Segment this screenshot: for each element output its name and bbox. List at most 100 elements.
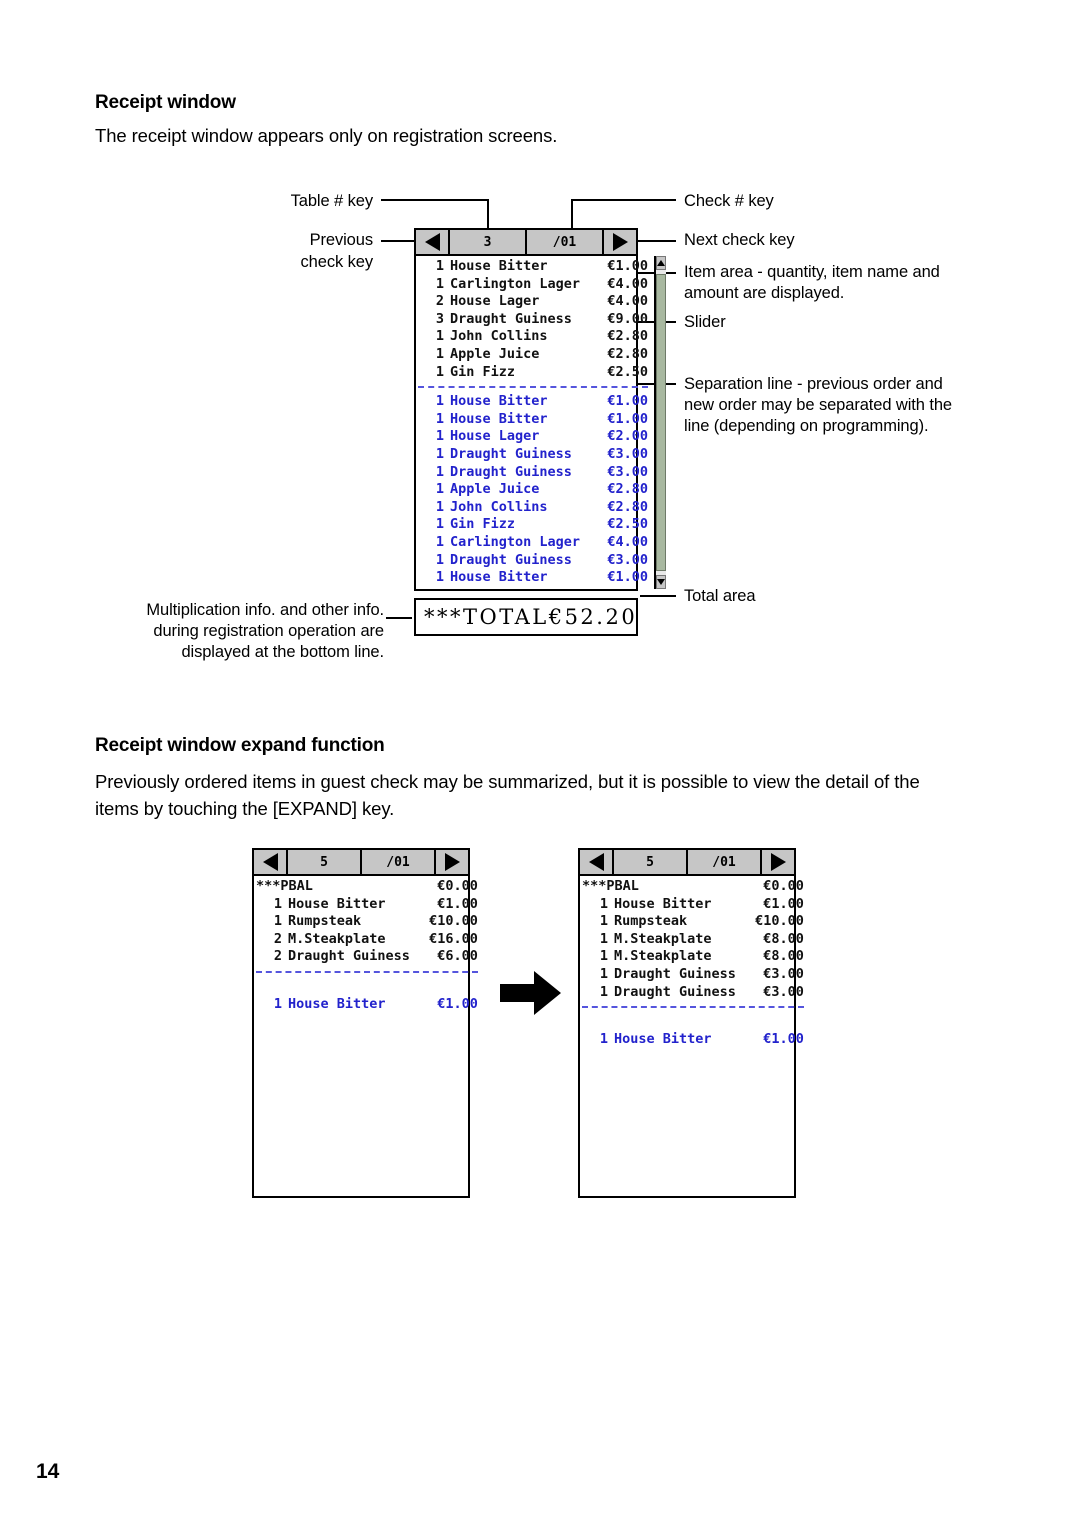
item-row-previous[interactable]: 1 House Bitter €1.00 xyxy=(416,258,654,276)
callout-slider: Slider xyxy=(684,313,726,331)
item-row-previous[interactable]: 1 M.Steakplate €8.00 xyxy=(580,948,810,966)
table-number-key-after[interactable]: 5 xyxy=(614,850,688,874)
item-amount: €8.00 xyxy=(763,948,804,965)
next-check-key-button-before[interactable] xyxy=(434,850,468,874)
item-amount: €1.00 xyxy=(607,393,649,410)
total-label: ***TOTAL xyxy=(424,605,549,629)
item-row-previous[interactable]: 1 John Collins €2.80 xyxy=(416,328,654,346)
item-quantity: 2 xyxy=(435,293,444,310)
leader-total-area xyxy=(640,595,676,597)
item-row-previous[interactable]: 2 M.Steakplate €16.00 xyxy=(254,931,484,949)
item-quantity: 2 xyxy=(273,948,282,965)
item-row-new[interactable]: 1 Apple Juice €2.80 xyxy=(416,481,654,499)
callout-previous-check-key-line1: Previous xyxy=(309,231,374,249)
item-amount: €1.00 xyxy=(437,995,478,1012)
item-row-previous[interactable]: ***PBAL €0.00 xyxy=(254,878,484,896)
item-row-previous[interactable]: 1 Draught Guiness €3.00 xyxy=(580,966,810,984)
item-row-previous[interactable]: 1 House Bitter €1.00 xyxy=(580,896,810,914)
item-row-previous[interactable]: 1 Apple Juice €2.80 xyxy=(416,346,654,364)
item-amount: €4.00 xyxy=(607,275,649,292)
scrollbar[interactable] xyxy=(654,256,667,589)
item-row-new[interactable]: 1 Draught Guiness €3.00 xyxy=(416,446,654,464)
item-row-new[interactable]: 1 Carlington Lager €4.00 xyxy=(416,534,654,552)
item-row-previous[interactable]: ***PBAL €0.00 xyxy=(580,878,810,896)
item-amount: €10.00 xyxy=(755,913,804,930)
item-quantity: 1 xyxy=(599,1030,608,1047)
item-row-new[interactable]: 1 John Collins €2.80 xyxy=(416,499,654,517)
receipt-window-main: 3 /01 1 House Bitter €1.00 1 Carlington Lage… xyxy=(414,228,667,591)
item-row-new[interactable]: 1 Gin Fizz €2.50 xyxy=(416,516,654,534)
item-amount: €8.00 xyxy=(763,930,804,947)
item-row-previous[interactable]: 1 Gin Fizz €2.50 xyxy=(416,364,654,382)
item-quantity: 1 xyxy=(599,948,608,965)
item-name: House Bitter xyxy=(450,258,548,274)
item-row-previous[interactable]: 1 Rumpsteak €10.00 xyxy=(580,913,810,931)
callout-check-key: Check # key xyxy=(684,192,774,210)
item-row-previous[interactable]: 1 Draught Guiness €3.00 xyxy=(580,984,810,1002)
item-row-new[interactable]: 1 House Bitter €1.00 xyxy=(580,1031,810,1049)
item-row-previous[interactable]: 1 House Bitter €1.00 xyxy=(254,896,484,914)
item-quantity: 1 xyxy=(435,258,444,274)
scrollbar-slider[interactable] xyxy=(656,274,667,571)
item-row-previous[interactable]: 2 Draught Guiness €6.00 xyxy=(254,948,484,966)
next-check-key-button-after[interactable] xyxy=(760,850,794,874)
item-amount: €2.80 xyxy=(607,345,649,362)
item-row-previous[interactable]: 1 Rumpsteak €10.00 xyxy=(254,913,484,931)
item-area-after[interactable]: ***PBAL €0.00 1 House Bitter €1.00 1 Rumpsteak… xyxy=(580,876,810,1196)
receipt-window-body-after: ***PBAL €0.00 1 House Bitter €1.00 1 Rumpsteak… xyxy=(580,876,804,1196)
previous-check-key-button-before[interactable] xyxy=(254,850,288,874)
item-quantity: 1 xyxy=(435,363,444,380)
callout-table-key: Table # key xyxy=(290,192,373,210)
item-name: John Collins xyxy=(450,498,548,515)
table-number-key[interactable]: 3 xyxy=(450,230,527,254)
item-amount: €1.00 xyxy=(607,569,649,586)
item-row-previous[interactable]: 1 M.Steakplate €8.00 xyxy=(580,931,810,949)
total-area: ***TOTAL €52.20 xyxy=(414,598,638,636)
next-check-key-button[interactable] xyxy=(602,230,636,254)
item-row-previous[interactable]: 2 House Lager €4.00 xyxy=(416,293,654,311)
item-quantity: 1 xyxy=(599,930,608,947)
item-row-new[interactable]: 1 Draught Guiness €3.00 xyxy=(416,552,654,570)
check-number-key[interactable]: /01 xyxy=(527,230,602,254)
item-area[interactable]: 1 House Bitter €1.00 1 Carlington Lager €4.00… xyxy=(416,256,654,589)
item-amount: €2.50 xyxy=(607,363,649,380)
item-name: Apple Juice xyxy=(450,481,540,498)
check-number-key-after[interactable]: /01 xyxy=(688,850,760,874)
item-quantity: 1 xyxy=(435,345,444,362)
item-row-new[interactable]: 1 House Bitter €1.00 xyxy=(254,996,484,1014)
page-number: 14 xyxy=(36,1460,60,1483)
scrollbar-track[interactable] xyxy=(656,270,667,575)
separation-line xyxy=(418,386,649,389)
item-name: Apple Juice xyxy=(450,345,540,362)
item-row-new[interactable]: 1 House Bitter €1.00 xyxy=(416,393,654,411)
item-name: House Bitter xyxy=(450,393,548,410)
item-name: Draught Guiness xyxy=(288,948,410,965)
item-quantity: 1 xyxy=(435,498,444,515)
item-name: House Bitter xyxy=(450,569,548,586)
item-quantity: 1 xyxy=(435,533,444,550)
item-row-new[interactable]: 1 House Bitter €1.00 xyxy=(416,411,654,429)
item-name: Draught Guiness xyxy=(450,551,572,568)
receipt-window-header-before: 5 /01 xyxy=(254,850,468,876)
item-row-new[interactable]: 1 House Lager €2.00 xyxy=(416,428,654,446)
item-row-previous[interactable]: 3 Draught Guiness €9.00 xyxy=(416,311,654,329)
item-quantity: 1 xyxy=(273,913,282,930)
item-row-new[interactable]: 1 House Bitter €1.00 xyxy=(416,569,654,587)
item-amount: €2.80 xyxy=(607,328,649,345)
item-name: Draught Guiness xyxy=(450,310,572,327)
table-number-key-before[interactable]: 5 xyxy=(288,850,362,874)
item-quantity: 1 xyxy=(599,983,608,1000)
triangle-left-icon xyxy=(262,853,278,871)
item-name: Gin Fizz xyxy=(450,516,516,533)
item-name: House Bitter xyxy=(614,1030,712,1047)
previous-check-key-button[interactable] xyxy=(416,230,450,254)
previous-check-key-button-after[interactable] xyxy=(580,850,614,874)
check-number-key-before[interactable]: /01 xyxy=(362,850,434,874)
scroll-down-button[interactable] xyxy=(656,575,667,589)
item-row-previous[interactable]: 1 Carlington Lager €4.00 xyxy=(416,276,654,294)
item-area-before[interactable]: ***PBAL €0.00 1 House Bitter €1.00 1 Rumpsteak… xyxy=(254,876,484,1196)
scroll-up-button[interactable] xyxy=(656,256,667,270)
item-row-new[interactable]: 1 Draught Guiness €3.00 xyxy=(416,464,654,482)
item-name: Draught Guiness xyxy=(614,983,736,1000)
callout-next-check-key: Next check key xyxy=(684,231,795,249)
